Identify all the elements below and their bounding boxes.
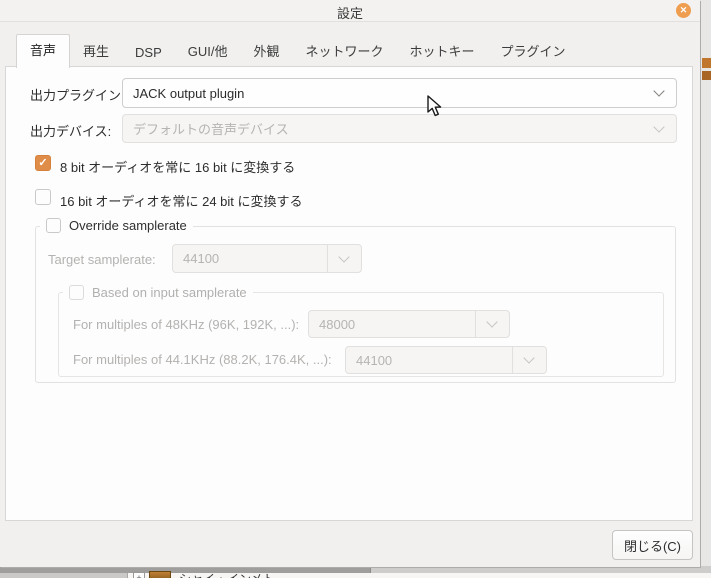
output-plugin-combobox[interactable]: JACK output plugin: [122, 78, 677, 108]
multiples-44khz-combobox: 44100: [345, 346, 547, 374]
chevron-down-icon: [523, 352, 535, 364]
target-samplerate-label: Target samplerate:: [48, 252, 156, 267]
multiples-44khz-value: 44100: [356, 352, 393, 368]
combo-divider: [512, 347, 513, 373]
tab-plugins[interactable]: プラグイン: [488, 36, 579, 67]
album-art-thumbnail: [149, 571, 171, 578]
multiples-48khz-combobox: 48000: [308, 310, 510, 338]
settings-dialog: 設定 ✕ 音声 再生 DSP GUI/他 外観 ネットワーク ホットキー プラグ…: [0, 0, 700, 567]
tab-audio[interactable]: 音声: [16, 34, 71, 68]
convert-8-to-16-label: 8 bit オーディオを常に 16 bit に変換する: [60, 160, 296, 175]
output-plugin-value: JACK output plugin: [133, 85, 245, 101]
target-samplerate-value: 44100: [183, 251, 220, 266]
window-close-icon[interactable]: ✕: [676, 3, 691, 18]
expand-icon[interactable]: +: [133, 572, 145, 578]
convert-16-to-24-checkbox[interactable]: [35, 189, 51, 205]
chevron-down-icon: [653, 85, 665, 97]
background-playlist-gutter: [0, 573, 128, 578]
target-samplerate-combobox: 44100: [172, 244, 362, 273]
based-on-input-checkbox: [69, 285, 84, 300]
output-device-value: デフォルトの音声デバイス: [133, 122, 289, 137]
override-samplerate-checkbox[interactable]: [46, 218, 61, 233]
combo-divider: [475, 311, 476, 337]
background-track-title: シャイ・インメト: [179, 570, 379, 578]
override-samplerate-legend: Override samplerate: [40, 218, 193, 233]
close-button[interactable]: 閉じる(C): [612, 530, 693, 560]
multiples-44khz-label: For multiples of 44.1KHz (88.2K, 176.4K,…: [73, 352, 332, 367]
tab-network[interactable]: ネットワーク: [293, 36, 397, 67]
based-on-input-label: Based on input samplerate: [92, 285, 247, 300]
background-window-strip-right: [370, 566, 711, 573]
background-window-artwork-sliver: [702, 71, 711, 80]
tab-playback[interactable]: 再生: [70, 36, 122, 67]
output-device-label: 出力デバイス:: [30, 124, 112, 139]
tab-hotkeys[interactable]: ホットキー: [397, 36, 488, 67]
screenshot-root: + シャイ・インメト 設定 ✕ 音声 再生 DSP GUI/他 外観 ネットワー…: [0, 0, 711, 578]
multiples-48khz-label: For multiples of 48KHz (96K, 192K, ...):: [73, 317, 300, 332]
based-on-input-legend: Based on input samplerate: [63, 285, 253, 300]
chevron-down-icon: [486, 316, 498, 328]
convert-8-to-16-checkbox[interactable]: ✓: [35, 155, 51, 171]
override-samplerate-label: Override samplerate: [69, 218, 187, 233]
convert-16-to-24-label: 16 bit オーディオを常に 24 bit に変換する: [60, 194, 303, 209]
output-device-combobox: デフォルトの音声デバイス: [122, 114, 677, 143]
chevron-down-icon: [653, 120, 665, 133]
tab-appearance[interactable]: 外観: [241, 36, 293, 67]
tab-gui-misc[interactable]: GUI/他: [175, 36, 241, 67]
preferences-tabbar: 音声 再生 DSP GUI/他 外観 ネットワーク ホットキー プラグイン: [16, 34, 579, 68]
tab-dsp[interactable]: DSP: [122, 40, 175, 67]
combo-divider: [327, 245, 328, 272]
window-title: 設定: [336, 6, 363, 21]
output-plugin-label: 出力プラグイン:: [30, 88, 125, 103]
titlebar[interactable]: 設定 ✕: [0, 0, 700, 22]
background-window-artwork-sliver: [702, 58, 711, 68]
multiples-48khz-value: 48000: [319, 316, 356, 332]
chevron-down-icon: [338, 250, 350, 263]
